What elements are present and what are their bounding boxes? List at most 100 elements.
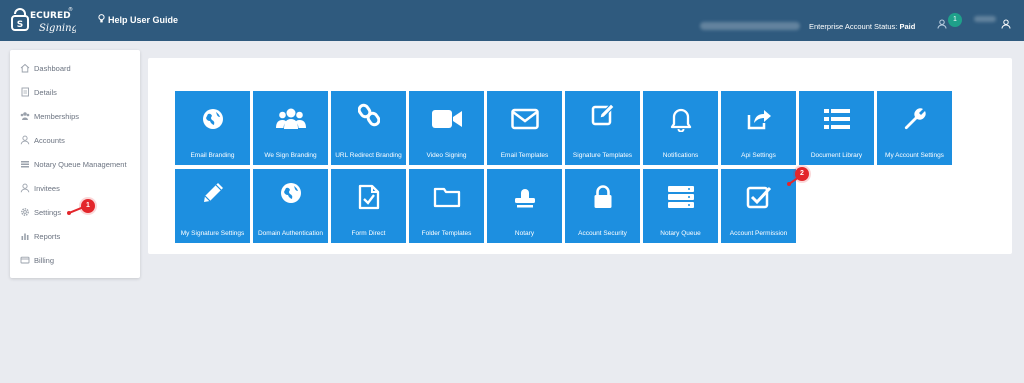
file-check-icon <box>331 183 406 211</box>
svg-text:ECURED: ECURED <box>30 11 71 21</box>
tile-video-signing[interactable]: Video Signing <box>409 91 484 165</box>
sidebar-item-notary-queue-management[interactable]: Notary Queue Management <box>10 154 140 174</box>
sidebar-item-details[interactable]: Details <box>10 82 140 102</box>
tile-label: Api Settings <box>741 151 776 159</box>
tile-account-security[interactable]: Account Security <box>565 169 640 243</box>
top-header: S ECURED Signing ® Help User Guide Enter… <box>0 0 1024 41</box>
settings-panel: Email Branding We Sign Branding URL Redi… <box>148 58 1012 254</box>
checkbox-icon <box>721 183 796 211</box>
tile-my-account-settings[interactable]: My Account Settings <box>877 91 952 165</box>
sidebar-item-label: Reports <box>34 231 61 241</box>
tile-my-signature-settings[interactable]: My Signature Settings <box>175 169 250 243</box>
lock-icon <box>565 183 640 211</box>
annotation-marker-2: 2 <box>795 167 809 181</box>
sidebar-item-label: Billing <box>34 255 55 265</box>
account-status-label: Enterprise Account Status: <box>809 22 898 31</box>
tile-label: We Sign Branding <box>264 151 317 159</box>
stamp-icon <box>487 183 562 211</box>
edit-icon <box>565 101 640 129</box>
sidebar-item-label: Accounts <box>34 135 65 145</box>
tile-email-templates[interactable]: Email Templates <box>487 91 562 165</box>
sidebar-item-label: Notary Queue Management <box>34 159 127 169</box>
sidebar-item-label: Memberships <box>34 111 80 121</box>
envelope-icon <box>487 105 562 133</box>
tile-form-direct[interactable]: Form Direct <box>331 169 406 243</box>
tile-email-branding[interactable]: Email Branding <box>175 91 250 165</box>
account-name-redacted <box>700 22 800 30</box>
bar-chart-icon <box>20 231 30 241</box>
help-user-guide-label: Help User Guide <box>108 14 179 25</box>
tile-signature-templates[interactable]: Signature Templates <box>565 91 640 165</box>
svg-text:S: S <box>17 20 23 30</box>
link-icon <box>331 101 406 129</box>
account-status-value: Paid <box>899 22 916 31</box>
sidebar-item-billing[interactable]: Billing <box>10 250 140 270</box>
tile-folder-templates[interactable]: Folder Templates <box>409 169 484 243</box>
tile-label: Video Signing <box>426 151 467 159</box>
share-icon <box>721 105 796 133</box>
user-name-redacted <box>974 16 996 22</box>
tile-we-sign-branding[interactable]: We Sign Branding <box>253 91 328 165</box>
sidebar-item-settings[interactable]: Settings <box>10 202 140 222</box>
tile-url-redirect-branding[interactable]: URL Redirect Branding <box>331 91 406 165</box>
tile-label: URL Redirect Branding <box>335 151 402 159</box>
document-icon <box>20 87 30 97</box>
lightbulb-icon <box>98 14 105 25</box>
account-status: Enterprise Account Status: Paid <box>809 22 915 31</box>
users-icon <box>20 111 30 121</box>
sidebar-item-dashboard[interactable]: Dashboard <box>10 58 140 78</box>
sidebar-item-accounts[interactable]: Accounts <box>10 130 140 150</box>
tile-domain-authentication[interactable]: Domain Authentication <box>253 169 328 243</box>
secured-signing-logo[interactable]: S ECURED Signing ® <box>10 4 76 36</box>
sidebar-item-label: Dashboard <box>34 63 71 73</box>
home-icon <box>20 63 30 73</box>
tile-notary-queue[interactable]: Notary Queue <box>643 169 718 243</box>
tile-label: Notary <box>514 229 535 237</box>
tile-document-library[interactable]: Document Library <box>799 91 874 165</box>
tile-label: Notifications <box>662 151 699 159</box>
user-menu-icon[interactable] <box>1001 16 1011 29</box>
notification-count-badge[interactable]: 1 <box>948 13 962 27</box>
tile-label: Domain Authentication <box>257 229 324 237</box>
pencil-icon <box>175 179 250 207</box>
video-camera-icon <box>409 105 484 133</box>
tile-label: Document Library <box>810 151 863 159</box>
notifications-user-icon[interactable] <box>937 16 947 29</box>
user-icon <box>20 135 30 145</box>
tile-notary[interactable]: Notary <box>487 169 562 243</box>
wrench-icon <box>877 105 952 133</box>
server-icon <box>643 183 718 211</box>
list-icon <box>799 105 874 133</box>
tile-label: Notary Queue <box>660 229 701 237</box>
user-icon <box>20 183 30 193</box>
card-icon <box>20 255 30 265</box>
sidebar-item-label: Details <box>34 87 57 97</box>
tile-label: My Signature Settings <box>180 229 245 237</box>
bell-icon <box>643 105 718 133</box>
tile-label: Account Permission <box>729 229 788 237</box>
sidebar-item-memberships[interactable]: Memberships <box>10 106 140 126</box>
users-icon <box>253 105 328 133</box>
globe-icon <box>253 179 328 207</box>
tile-label: Folder Templates <box>421 229 472 237</box>
sidebar-item-invitees[interactable]: Invitees <box>10 178 140 198</box>
tile-label: Email Branding <box>190 151 235 159</box>
tile-label: My Account Settings <box>885 151 944 159</box>
sidebar-item-reports[interactable]: Reports <box>10 226 140 246</box>
help-user-guide-link[interactable]: Help User Guide <box>98 14 178 25</box>
tile-label: Email Templates <box>500 151 549 159</box>
tile-account-permission[interactable]: Account Permission <box>721 169 796 243</box>
tile-label: Signature Templates <box>572 151 633 159</box>
list-icon <box>20 159 30 169</box>
globe-icon <box>175 105 250 133</box>
sidebar-nav: Dashboard Details Memberships Accounts N… <box>10 50 140 278</box>
folder-icon <box>409 183 484 211</box>
annotation-marker-1: 1 <box>81 199 95 213</box>
sidebar-item-label: Settings <box>34 207 62 217</box>
svg-text:®: ® <box>68 6 73 13</box>
tile-api-settings[interactable]: Api Settings <box>721 91 796 165</box>
tile-label: Form Direct <box>351 229 386 237</box>
tile-notifications[interactable]: Notifications <box>643 91 718 165</box>
svg-text:Signing: Signing <box>39 23 76 34</box>
gear-icon <box>20 207 30 217</box>
